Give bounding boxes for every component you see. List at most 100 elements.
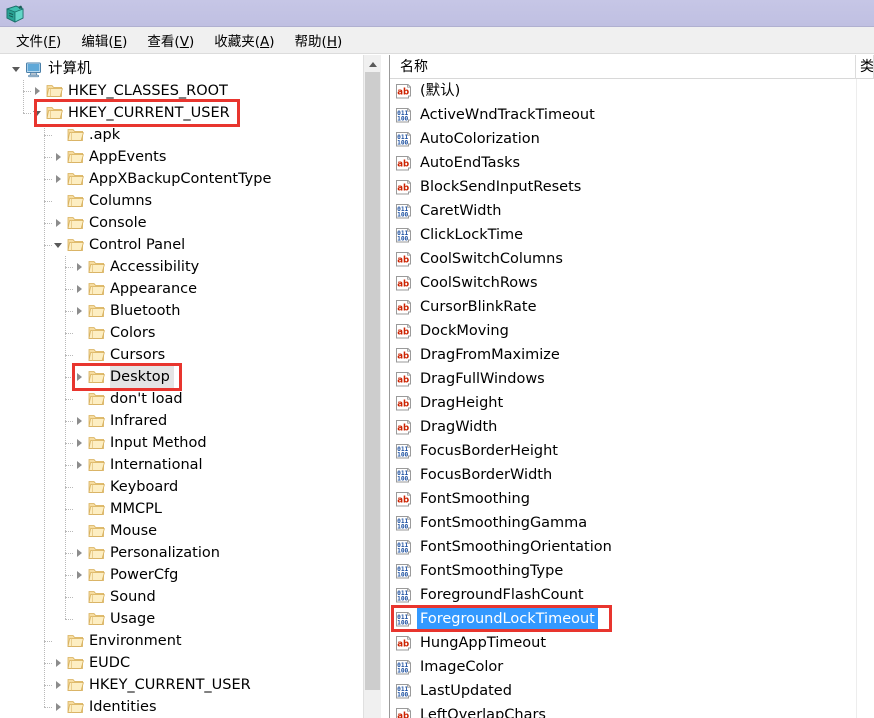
tree-item[interactable]: Desktop [0, 366, 364, 388]
tree-item[interactable]: Columns [0, 190, 364, 212]
tree-expander-icon[interactable] [73, 542, 87, 564]
tree-expander-icon[interactable] [31, 102, 45, 124]
value-row[interactable]: 011 100 LastUpdated [390, 679, 874, 703]
tree-expander-icon[interactable] [73, 300, 87, 322]
menu-edit[interactable]: 编辑(E) [71, 27, 137, 53]
tree-expander-icon[interactable] [52, 234, 66, 256]
tree-item[interactable]: International [0, 454, 364, 476]
tree-expander-icon[interactable] [73, 322, 87, 344]
tree-expander-icon[interactable] [52, 124, 66, 146]
tree-expander-icon[interactable] [52, 212, 66, 234]
value-row[interactable]: 011 100 ForegroundFlashCount [390, 583, 874, 607]
value-row[interactable]: ab AutoEndTasks [390, 151, 874, 175]
value-row[interactable]: 011 100 CaretWidth [390, 199, 874, 223]
tree-expander-icon[interactable] [10, 58, 24, 80]
tree-item[interactable]: Appearance [0, 278, 364, 300]
value-row[interactable]: 011 100 AutoColorization [390, 127, 874, 151]
tree-item[interactable]: don't load [0, 388, 364, 410]
tree-expander-icon[interactable] [52, 190, 66, 212]
tree-vertical-scrollbar[interactable] [363, 55, 381, 718]
value-row[interactable]: ab DragFullWindows [390, 367, 874, 391]
tree-expander-icon[interactable] [73, 410, 87, 432]
tree-expander-icon[interactable] [73, 388, 87, 410]
tree-item[interactable]: Environment [0, 630, 364, 652]
tree-expander-icon[interactable] [52, 674, 66, 696]
tree-expander-icon[interactable] [73, 498, 87, 520]
tree-item[interactable]: EUDC [0, 652, 364, 674]
tree-item[interactable]: Mouse [0, 520, 364, 542]
column-header-name[interactable]: 名称 [390, 55, 856, 79]
tree-item[interactable]: Console [0, 212, 364, 234]
tree-item[interactable]: HKEY_CURRENT_USER [0, 102, 364, 124]
tree-expander-icon[interactable] [73, 256, 87, 278]
tree-item[interactable]: Usage [0, 608, 364, 630]
tree-expander-icon[interactable] [73, 476, 87, 498]
svg-text:ab: ab [397, 279, 409, 289]
value-row[interactable]: ab CoolSwitchColumns [390, 247, 874, 271]
tree-expander-icon[interactable] [73, 432, 87, 454]
value-row[interactable]: ab DragWidth [390, 415, 874, 439]
value-row[interactable]: ab DragHeight [390, 391, 874, 415]
tree-item[interactable]: AppXBackupContentType [0, 168, 364, 190]
tree-expander-icon[interactable] [31, 80, 45, 102]
value-row[interactable]: 011 100 ClickLockTime [390, 223, 874, 247]
tree-expander-icon[interactable] [73, 564, 87, 586]
tree-item[interactable]: Cursors [0, 344, 364, 366]
tree-expander-icon[interactable] [52, 146, 66, 168]
value-row[interactable]: ab (默认) [390, 79, 874, 103]
tree-expander-icon[interactable] [73, 608, 87, 630]
value-row[interactable]: 011 100 ImageColor [390, 655, 874, 679]
tree-expander-icon[interactable] [52, 652, 66, 674]
tree-expander-icon[interactable] [73, 454, 87, 476]
values-list[interactable]: ab (默认) 011 100 ActiveWndTrackTimeout 011 100 A… [390, 79, 874, 718]
registry-tree[interactable]: 计算机 HKEY_CLASSES_ROOT HKEY_CURRENT_USER .ap… [0, 55, 364, 718]
value-row[interactable]: ab LeftOverlapChars [390, 703, 874, 718]
tree-item[interactable]: Bluetooth [0, 300, 364, 322]
value-row[interactable]: ab DragFromMaximize [390, 343, 874, 367]
tree-item[interactable]: MMCPL [0, 498, 364, 520]
tree-item[interactable]: Accessibility [0, 256, 364, 278]
tree-scroll-thumb[interactable] [365, 72, 380, 690]
menu-favorites[interactable]: 收藏夹(A) [204, 27, 284, 53]
tree-item[interactable]: Infrared [0, 410, 364, 432]
value-row[interactable]: ab DockMoving [390, 319, 874, 343]
tree-item[interactable]: Input Method [0, 432, 364, 454]
value-row[interactable]: 011 100 FontSmoothingGamma [390, 511, 874, 535]
value-row[interactable]: ab FontSmoothing [390, 487, 874, 511]
tree-expander-icon[interactable] [73, 366, 87, 388]
tree-item[interactable]: Keyboard [0, 476, 364, 498]
value-row[interactable]: ab CoolSwitchRows [390, 271, 874, 295]
value-row[interactable]: 011 100 FocusBorderHeight [390, 439, 874, 463]
value-row[interactable]: 011 100 ActiveWndTrackTimeout [390, 103, 874, 127]
column-header-type[interactable]: 类型 [856, 55, 874, 79]
tree-item[interactable]: Sound [0, 586, 364, 608]
tree-expander-icon[interactable] [52, 168, 66, 190]
tree-item[interactable]: Colors [0, 322, 364, 344]
tree-expander-icon[interactable] [73, 586, 87, 608]
value-row[interactable]: ab HungAppTimeout [390, 631, 874, 655]
scroll-up-arrow-icon[interactable] [364, 55, 381, 72]
tree-item[interactable]: Control Panel [0, 234, 364, 256]
value-row[interactable]: 011 100 FocusBorderWidth [390, 463, 874, 487]
tree-item[interactable]: 计算机 [0, 58, 364, 80]
tree-item[interactable]: HKEY_CURRENT_USER [0, 674, 364, 696]
value-row[interactable]: 011 100 ForegroundLockTimeout [390, 606, 874, 632]
tree-item[interactable]: PowerCfg [0, 564, 364, 586]
value-row[interactable]: 011 100 FontSmoothingOrientation [390, 535, 874, 559]
menu-view[interactable]: 查看(V) [137, 27, 204, 53]
value-row[interactable]: ab CursorBlinkRate [390, 295, 874, 319]
menu-help[interactable]: 帮助(H) [285, 27, 353, 53]
tree-expander-icon[interactable] [52, 696, 66, 718]
tree-expander-icon[interactable] [73, 278, 87, 300]
tree-expander-icon[interactable] [52, 630, 66, 652]
value-row[interactable]: ab BlockSendInputResets [390, 175, 874, 199]
menu-file[interactable]: 文件(F) [6, 27, 71, 53]
tree-item[interactable]: .apk [0, 124, 364, 146]
tree-expander-icon[interactable] [73, 344, 87, 366]
tree-item[interactable]: AppEvents [0, 146, 364, 168]
value-row[interactable]: 011 100 FontSmoothingType [390, 559, 874, 583]
tree-item[interactable]: Identities [0, 696, 364, 718]
tree-expander-icon[interactable] [73, 520, 87, 542]
tree-item[interactable]: Personalization [0, 542, 364, 564]
tree-item[interactable]: HKEY_CLASSES_ROOT [0, 80, 364, 102]
